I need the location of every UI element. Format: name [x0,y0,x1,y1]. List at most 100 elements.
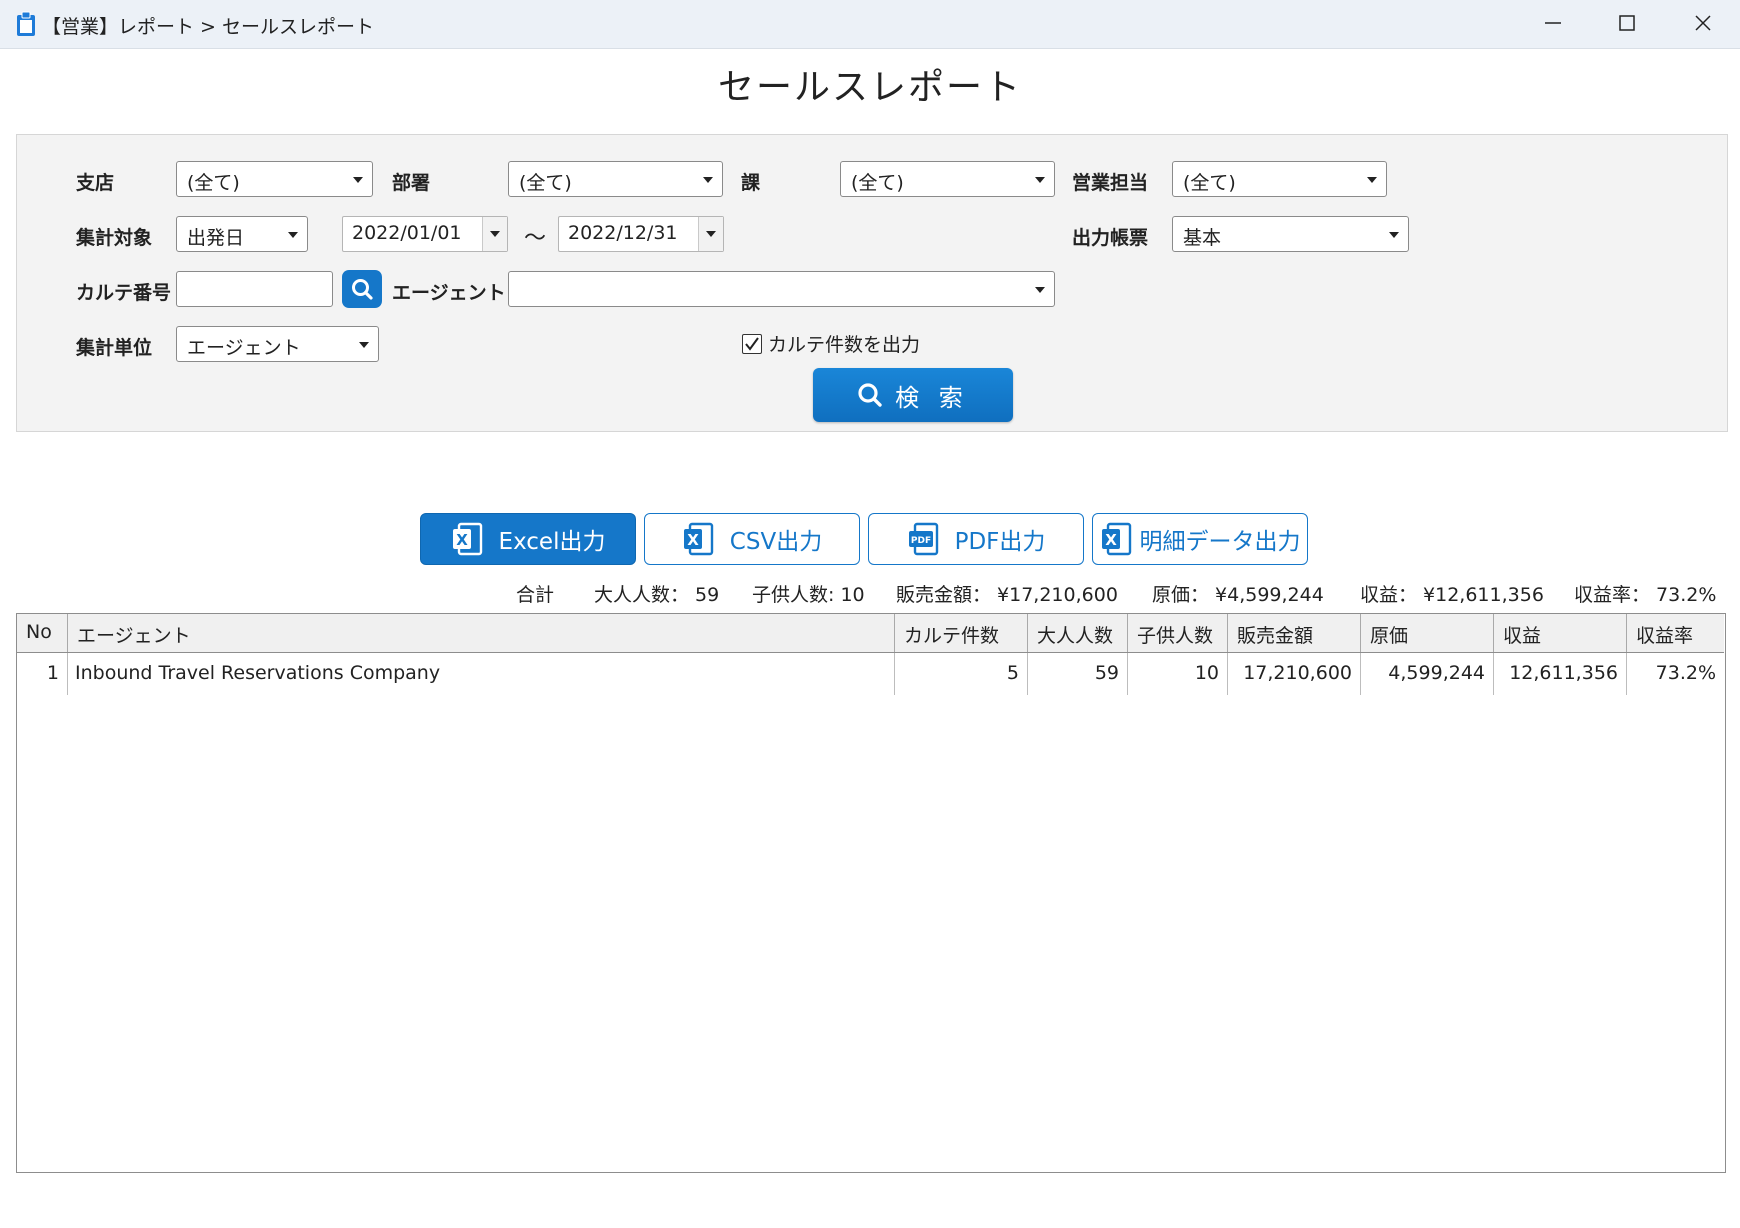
branch-label: 支店 [76,172,115,194]
detail-export-button[interactable]: X 明細データ出力 [1092,513,1308,565]
section-label: 課 [741,172,761,194]
date-to-value: 2022/12/31 [568,222,678,244]
department-select[interactable]: (全て) [508,161,723,197]
totals-children: 子供人数: 10 [752,584,865,606]
header-margin[interactable]: 収益率 [1627,614,1724,652]
close-icon [1695,15,1711,31]
header-children[interactable]: 子供人数 [1128,614,1228,652]
excel-export-button[interactable]: X Excel出力 [420,513,636,565]
cell-sales: 17,210,600 [1228,653,1361,695]
department-label: 部署 [392,172,431,194]
search-button[interactable]: 検 索 [813,368,1013,422]
chevron-down-icon [1035,177,1045,183]
agent-label: エージェント [392,282,506,304]
karte-label: カルテ番号 [76,282,172,304]
karte-count-checkbox-row[interactable]: カルテ件数を出力 [742,330,920,357]
totals-cost: 原価： ¥4,599,244 [1152,584,1324,606]
branch-select-value: (全て) [187,172,240,194]
section-select-value: (全て) [851,172,904,194]
unit-select[interactable]: エージェント [176,326,379,362]
chevron-down-icon [703,177,713,183]
title-bar: 【営業】レポート > セールスレポート [0,0,1740,49]
target-select[interactable]: 出発日 [176,216,308,252]
svg-text:X: X [456,531,468,549]
report-select-value: 基本 [1183,227,1222,249]
sales-rep-select-value: (全て) [1183,172,1236,194]
close-button[interactable] [1666,0,1740,46]
pdf-export-label: PDF出力 [954,529,1046,555]
detail-export-label: 明細データ出力 [1139,529,1301,555]
results-grid[interactable]: No エージェント カルテ件数 大人人数 子供人数 販売金額 原価 収益 収益率… [16,613,1726,1173]
section-select[interactable]: (全て) [840,161,1055,197]
header-sales[interactable]: 販売金額 [1228,614,1361,652]
chevron-down-icon [359,342,369,348]
csv-icon: X [683,522,713,556]
cell-adults: 59 [1028,653,1128,695]
unit-label: 集計単位 [76,337,153,359]
chevron-down-icon[interactable] [698,217,723,251]
sales-rep-label: 営業担当 [1072,172,1149,194]
karte-count-checkbox[interactable] [742,333,762,354]
csv-export-button[interactable]: X CSV出力 [644,513,860,565]
chevron-down-icon [288,232,298,238]
cell-margin: 73.2% [1655,662,1716,684]
sales-rep-select[interactable]: (全て) [1172,161,1387,197]
cell-profit: 12,611,356 [1494,653,1627,695]
header-adults[interactable]: 大人人数 [1028,614,1128,652]
report-label: 出力帳票 [1072,227,1149,249]
department-select-value: (全て) [519,172,572,194]
unit-select-value: エージェント [187,337,301,359]
agent-select[interactable] [508,271,1055,307]
totals-margin: 収益率： 73.2% [1574,584,1717,606]
branch-select[interactable]: (全て) [176,161,373,197]
pdf-export-button[interactable]: PDF PDF出力 [868,513,1084,565]
chevron-down-icon [353,177,363,183]
excel-icon: X [452,522,482,556]
window-title: 【営業】レポート > セールスレポート [42,16,374,38]
search-button-label: 検 索 [895,383,969,412]
header-no[interactable]: No [17,614,68,652]
checkmark-icon [745,336,759,351]
minimize-button[interactable] [1516,0,1590,46]
date-from-picker[interactable]: 2022/01/01 [342,216,508,252]
cell-karte-count: 5 [895,653,1028,695]
search-icon [352,279,373,300]
karte-count-checkbox-label: カルテ件数を出力 [768,334,921,356]
date-from-value: 2022/01/01 [352,222,462,244]
header-cost[interactable]: 原価 [1361,614,1494,652]
totals-adults: 大人人数： 59 [594,584,720,606]
date-to-picker[interactable]: 2022/12/31 [558,216,724,252]
header-agent[interactable]: エージェント [68,614,895,652]
karte-input[interactable] [176,271,333,307]
excel-icon: X [1101,522,1131,556]
header-karte-count[interactable]: カルテ件数 [895,614,1028,652]
target-select-value: 出発日 [187,227,245,249]
cell-agent: Inbound Travel Reservations Company [68,653,895,695]
header-profit[interactable]: 収益 [1494,614,1627,652]
clipboard-icon [17,11,35,36]
minimize-icon [1545,22,1561,24]
cell-no: 1 [17,653,68,695]
cell-cost: 4,599,244 [1361,653,1494,695]
pdf-icon: PDF [908,522,938,556]
totals-profit: 収益： ¥12,611,356 [1360,584,1544,606]
chevron-down-icon [1389,232,1399,238]
date-range-separator: ～ [524,226,547,251]
chevron-down-icon [1367,177,1377,183]
target-label: 集計対象 [76,227,153,249]
grid-header-row: No エージェント カルテ件数 大人人数 子供人数 販売金額 原価 収益 収益率 [17,614,1724,653]
chevron-down-icon [1035,287,1045,293]
maximize-icon [1619,15,1635,31]
cell-children: 10 [1128,653,1228,695]
chevron-down-icon[interactable] [482,217,507,251]
svg-text:X: X [687,531,699,549]
search-icon [858,383,882,407]
page-title: セールスレポート [717,67,1022,108]
totals-sales: 販売金額： ¥17,210,600 [896,584,1118,606]
maximize-button[interactable] [1590,0,1664,46]
karte-search-button[interactable] [342,270,382,308]
report-select[interactable]: 基本 [1172,216,1409,252]
svg-text:X: X [1105,531,1117,549]
excel-export-label: Excel出力 [498,529,606,555]
totals-label: 合計 [516,584,555,606]
